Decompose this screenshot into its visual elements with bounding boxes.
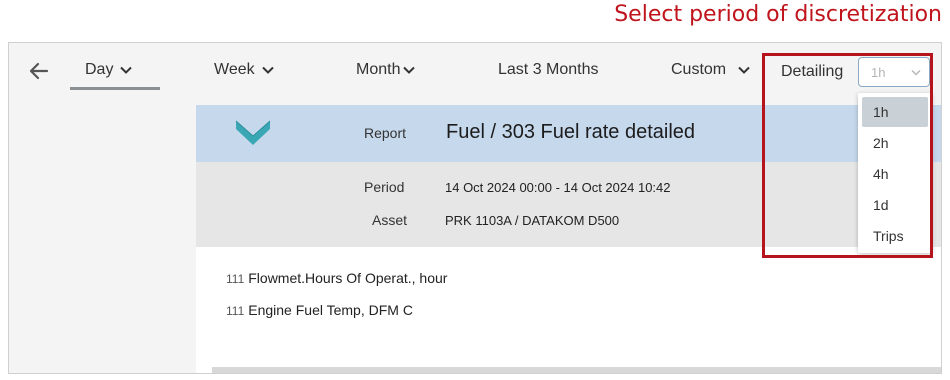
tab-month-label: Month bbox=[356, 61, 401, 78]
tab-week-label: Week bbox=[214, 61, 255, 78]
report-meta: Period 14 Oct 2024 00:00 - 14 Oct 2024 1… bbox=[196, 162, 941, 247]
detailing-dropdown: 1h 2h 4h 1d Trips bbox=[858, 93, 932, 253]
metric-item: 111 Flowmet.Hours Of Operat., hour bbox=[226, 270, 447, 286]
period-toolbar: Day Week Month Last 3 Months Custom Deta… bbox=[9, 43, 941, 103]
asset-value: PRK 1103A / DATAKOM D500 bbox=[445, 213, 620, 228]
asset-label: Asset bbox=[372, 212, 408, 228]
chevron-down-icon bbox=[911, 69, 921, 75]
period-label: Period bbox=[364, 179, 405, 195]
tab-week[interactable]: Week bbox=[214, 61, 274, 79]
detailing-option-1d[interactable]: 1d bbox=[862, 190, 928, 220]
tab-last-3-months-label: Last 3 Months bbox=[498, 61, 599, 78]
metric-code: 111 bbox=[226, 272, 245, 286]
detailing-select[interactable]: 1h bbox=[858, 57, 930, 87]
chevron-down-icon bbox=[261, 66, 274, 74]
metric-name: Engine Fuel Temp, DFM C bbox=[248, 302, 413, 318]
annotation-caption: Select period of discretization bbox=[614, 2, 942, 27]
metric-name: Flowmet.Hours Of Operat., hour bbox=[248, 270, 448, 286]
detailing-label: Detailing bbox=[781, 63, 844, 80]
detailing-option-4h[interactable]: 4h bbox=[862, 159, 928, 189]
metric-code: 111 bbox=[226, 304, 245, 318]
detailing-option-2h[interactable]: 2h bbox=[862, 128, 928, 158]
chevron-down-icon bbox=[120, 66, 133, 74]
tab-last-3-months[interactable]: Last 3 Months bbox=[498, 61, 599, 79]
tab-custom[interactable]: Custom bbox=[671, 61, 750, 79]
tab-day-label: Day bbox=[85, 61, 114, 78]
report-window: Day Week Month Last 3 Months Custom Deta… bbox=[8, 42, 942, 374]
metric-item: 111 Engine Fuel Temp, DFM C bbox=[226, 302, 413, 318]
detailing-option-trips[interactable]: Trips bbox=[862, 221, 928, 251]
report-label: Report bbox=[364, 125, 407, 141]
active-tab-indicator bbox=[70, 87, 160, 90]
chevron-down-icon bbox=[403, 66, 416, 74]
period-value: 14 Oct 2024 00:00 - 14 Oct 2024 10:42 bbox=[445, 180, 671, 195]
tab-day[interactable]: Day bbox=[85, 61, 133, 79]
report-content: Report Fuel / 303 Fuel rate detailed Per… bbox=[196, 105, 941, 373]
table-header-bar bbox=[212, 367, 941, 373]
detailing-option-1h[interactable]: 1h bbox=[862, 97, 928, 127]
back-arrow-icon[interactable] bbox=[27, 59, 51, 83]
brand-logo-icon bbox=[235, 120, 271, 145]
tab-custom-label: Custom bbox=[671, 61, 727, 78]
chevron-down-icon bbox=[738, 66, 750, 74]
report-title: Fuel / 303 Fuel rate detailed bbox=[446, 121, 696, 143]
report-header: Report Fuel / 303 Fuel rate detailed bbox=[196, 105, 941, 162]
tab-month[interactable]: Month bbox=[356, 61, 416, 79]
detailing-selected-value: 1h bbox=[871, 64, 886, 80]
